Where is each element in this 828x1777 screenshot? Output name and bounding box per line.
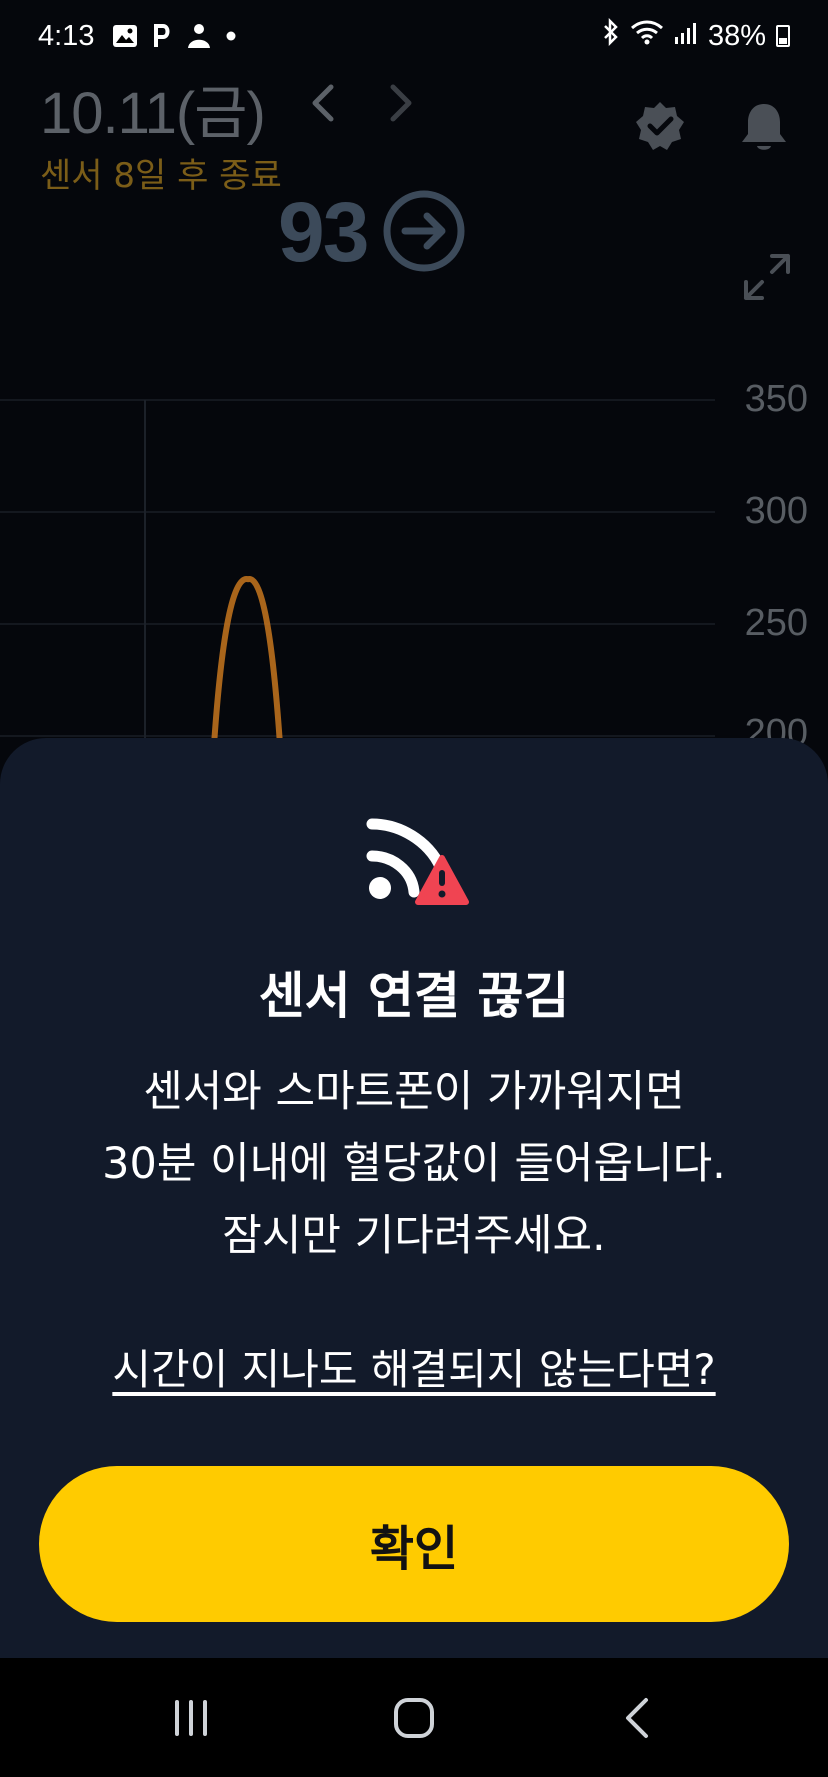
status-time: 4:13	[38, 19, 95, 52]
arrow-right-circle-icon	[381, 188, 467, 278]
status-left-icons	[112, 23, 236, 49]
description-line: 센서와 스마트폰이 가까워지면	[143, 1067, 685, 1117]
description-line: 잠시만 기다려주세요.	[222, 1211, 606, 1261]
status-right: 38%	[602, 17, 790, 54]
sensor-remaining: 센서 8일 후 종료	[40, 156, 282, 196]
back-icon[interactable]	[592, 1678, 682, 1758]
glucose-chart: 350 300 250 200	[0, 360, 828, 779]
recent-apps-icon[interactable]	[146, 1678, 236, 1758]
wifi-icon	[630, 19, 664, 53]
chart-svg	[0, 399, 715, 779]
person-icon	[186, 23, 212, 49]
y-tick-label: 250	[744, 602, 808, 644]
glucose-series-line	[209, 576, 285, 779]
battery-level: 38%	[707, 19, 766, 52]
confirm-button[interactable]: 확인	[39, 1466, 789, 1622]
expand-icon[interactable]	[742, 252, 792, 306]
nav-bar	[0, 1658, 828, 1777]
signal-icon	[674, 20, 698, 53]
bluetooth-icon	[602, 17, 620, 54]
glucose-value: 93	[278, 185, 369, 279]
home-icon[interactable]	[369, 1678, 459, 1758]
chevron-left-icon[interactable]	[311, 83, 335, 133]
dialog-title: 센서 연결 끊김	[258, 967, 570, 1025]
p-icon	[152, 23, 172, 49]
gallery-icon	[112, 24, 138, 48]
date-title: 10.11(금)	[40, 81, 266, 146]
verified-badge-icon[interactable]	[634, 100, 686, 158]
dot-icon	[226, 31, 236, 41]
dialog-description: 센서와 스마트폰이 가까워지면 30분 이내에 혈당값이 들어옵니다. 잠시만 …	[0, 1056, 828, 1272]
help-link[interactable]: 시간이 지나도 해결되지 않는다면?	[42, 1336, 786, 1397]
y-tick-label: 300	[744, 490, 808, 532]
header-icons	[634, 100, 790, 158]
disconnect-sheet: 센서 연결 끊김 센서와 스마트폰이 가까워지면 30분 이내에 혈당값이 들어…	[0, 738, 828, 1658]
y-tick-label: 350	[744, 378, 808, 420]
battery-icon	[776, 25, 790, 47]
glucose-reading: 93	[278, 184, 467, 281]
chevron-right-icon[interactable]	[389, 83, 413, 133]
description-line: 30분 이내에 혈당값이 들어옵니다.	[102, 1139, 726, 1189]
status-bar: 4:13 38%	[0, 0, 828, 72]
date-row: 10.11(금)	[40, 66, 413, 150]
bell-icon[interactable]	[738, 100, 790, 158]
wifi-warning-icon	[360, 810, 470, 914]
